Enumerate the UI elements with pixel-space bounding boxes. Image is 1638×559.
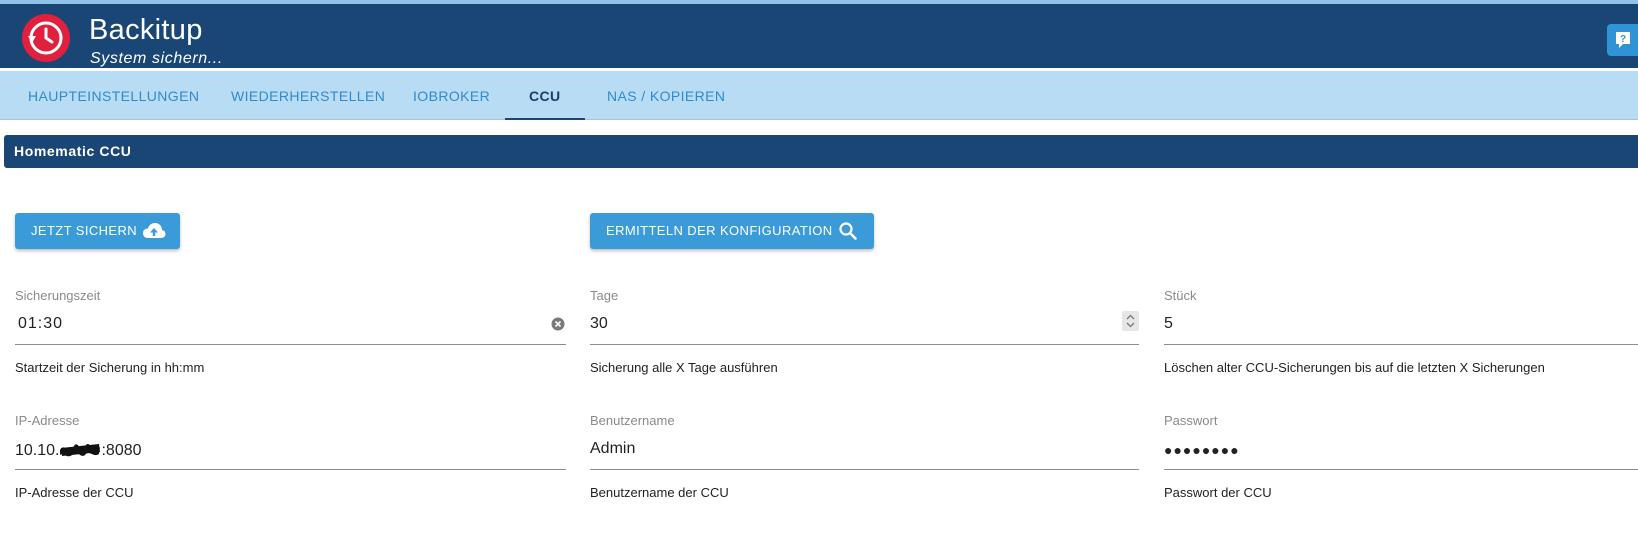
password-field: Passwort ●●●●●●●● Passwort der CCU	[1164, 413, 1638, 503]
days-label: Tage	[590, 288, 619, 303]
redaction-scribble	[60, 443, 101, 457]
username-input[interactable]: Admin	[590, 440, 635, 458]
ip-address-label: IP-Adresse	[15, 413, 80, 428]
section-header: Homematic CCU	[4, 135, 1638, 168]
days-input[interactable]: 30	[590, 315, 608, 333]
password-label: Passwort	[1164, 413, 1218, 428]
section-title: Homematic CCU	[14, 143, 132, 159]
ip-address-input[interactable]: 10.10. :8080	[15, 440, 142, 460]
backup-time-input[interactable]: 01:30	[18, 315, 63, 333]
backup-now-label: JETZT SICHERN	[31, 223, 138, 238]
help-button[interactable]: ?	[1607, 24, 1638, 56]
username-field: Benutzername Admin Benutzername der CCU	[590, 413, 1139, 503]
number-spinner-icon[interactable]	[1122, 311, 1139, 331]
days-field: Tage 30 Sicherung alle X Tage ausführen	[590, 288, 1139, 378]
days-help: Sicherung alle X Tage ausführen	[590, 360, 778, 375]
count-underline	[1164, 344, 1638, 345]
count-help: Löschen alter CCU-Sicherungen bis auf di…	[1164, 360, 1545, 375]
ip-address-prefix: 10.10.	[15, 442, 60, 459]
help-icon: ?	[1616, 32, 1630, 48]
backup-time-help: Startzeit der Sicherung in hh:mm	[15, 360, 205, 375]
search-icon	[839, 222, 857, 240]
ip-address-field: IP-Adresse 10.10. :8080 IP-Adresse der CC…	[15, 413, 566, 503]
backup-time-label: Sicherungszeit	[15, 288, 101, 303]
backup-now-button[interactable]: JETZT SICHERN	[15, 213, 180, 249]
ip-address-underline	[15, 469, 566, 470]
username-underline	[590, 469, 1139, 470]
days-underline	[590, 344, 1139, 345]
detect-configuration-button[interactable]: ERMITTELN DER KONFIGURATION	[590, 213, 874, 249]
svg-text:?: ?	[1620, 34, 1626, 45]
tab-iobroker[interactable]: IOBROKER	[389, 71, 514, 119]
app-subtitle: System sichern...	[90, 50, 223, 67]
password-underline	[1164, 469, 1638, 470]
tab-bar: HAUPTEINSTELLUNGEN WIEDERHERSTELLEN IOBR…	[0, 71, 1638, 120]
ip-address-help: IP-Adresse der CCU	[15, 485, 134, 500]
count-field: Stück 5 Löschen alter CCU-Sicherungen bi…	[1164, 288, 1638, 378]
tab-haupteinstellungen[interactable]: HAUPTEINSTELLUNGEN	[4, 71, 223, 119]
ip-address-port: :8080	[101, 442, 142, 459]
backup-clock-logo-icon	[22, 14, 70, 62]
backup-time-underline	[15, 344, 566, 345]
count-label: Stück	[1164, 288, 1197, 303]
username-label: Benutzername	[590, 413, 675, 428]
clear-icon[interactable]	[551, 317, 565, 331]
app-header: Backitup System sichern... ?	[0, 4, 1638, 68]
cloud-upload-icon	[143, 223, 166, 238]
password-input[interactable]: ●●●●●●●●	[1164, 442, 1240, 458]
backup-time-field: Sicherungszeit 01:30 Startzeit der Siche…	[15, 288, 566, 378]
count-input[interactable]: 5	[1164, 315, 1173, 333]
tab-wiederherstellen[interactable]: WIEDERHERSTELLEN	[207, 71, 409, 119]
detect-configuration-label: ERMITTELN DER KONFIGURATION	[606, 223, 833, 238]
tab-ccu[interactable]: CCU	[505, 71, 585, 120]
username-help: Benutzername der CCU	[590, 485, 729, 500]
app-title: Backitup	[89, 14, 203, 46]
password-help: Passwort der CCU	[1164, 485, 1272, 500]
tab-nas-kopieren[interactable]: NAS / KOPIEREN	[583, 71, 749, 119]
